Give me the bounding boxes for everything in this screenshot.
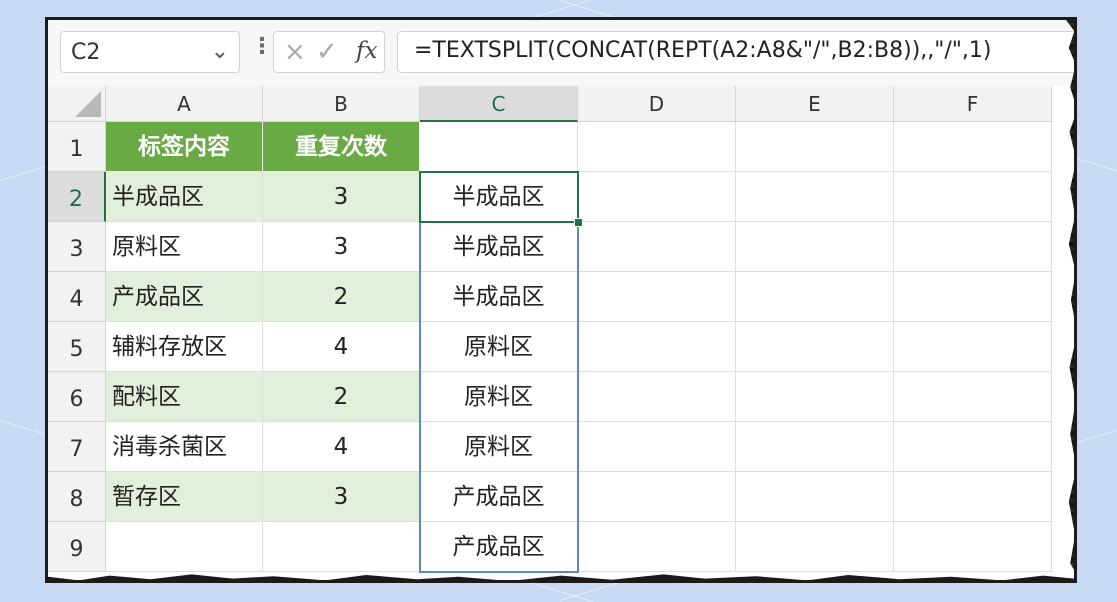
- column-header-b[interactable]: B: [263, 86, 420, 122]
- cell-d9[interactable]: [578, 522, 736, 572]
- cell-f7[interactable]: [894, 422, 1052, 472]
- cell-c7[interactable]: 原料区: [420, 422, 578, 472]
- cell-d5[interactable]: [578, 322, 736, 372]
- cell-c8[interactable]: 产成品区: [420, 472, 578, 522]
- active-cell-border: [419, 171, 579, 223]
- cell-d7[interactable]: [578, 422, 736, 472]
- cell-a1[interactable]: 标签内容: [106, 122, 263, 172]
- formula-input[interactable]: =TEXTSPLIT(CONCAT(REPT(A2:A8&"/",B2:B8))…: [397, 31, 1074, 73]
- cell-e9[interactable]: [736, 522, 894, 572]
- column-header-e[interactable]: E: [736, 86, 894, 122]
- cell-f2[interactable]: [894, 172, 1052, 222]
- formula-buttons: × ✓ fx: [273, 31, 385, 73]
- cell-c1[interactable]: [420, 122, 578, 172]
- cell-e7[interactable]: [736, 422, 894, 472]
- cell-b9[interactable]: [263, 522, 420, 572]
- cell-e2[interactable]: [736, 172, 894, 222]
- column-header-d[interactable]: D: [578, 86, 736, 122]
- cell-d2[interactable]: [578, 172, 736, 222]
- cell-a9[interactable]: [106, 522, 263, 572]
- cell-a8[interactable]: 暂存区: [106, 472, 263, 522]
- cell-b7[interactable]: 4: [263, 422, 420, 472]
- cell-e8[interactable]: [736, 472, 894, 522]
- cell-a3[interactable]: 原料区: [106, 222, 263, 272]
- cancel-icon[interactable]: ×: [284, 37, 306, 67]
- cell-b8[interactable]: 3: [263, 472, 420, 522]
- fill-handle[interactable]: [574, 218, 583, 227]
- row-header-1[interactable]: 1: [48, 122, 106, 172]
- torn-edge: [48, 574, 1074, 580]
- torn-edge: [1066, 20, 1074, 580]
- cell-f5[interactable]: [894, 322, 1052, 372]
- row-header-2[interactable]: 2: [48, 172, 106, 222]
- cell-e5[interactable]: [736, 322, 894, 372]
- formula-bar: C2 ⌄ ⋮ × ✓ fx =TEXTSPLIT(CONCAT(REPT(A2:…: [48, 20, 1074, 86]
- cell-f8[interactable]: [894, 472, 1052, 522]
- cell-c4[interactable]: 半成品区: [420, 272, 578, 322]
- row-header-5[interactable]: 5: [48, 322, 106, 372]
- cell-b2[interactable]: 3: [263, 172, 420, 222]
- cell-a7[interactable]: 消毒杀菌区: [106, 422, 263, 472]
- column-header-a[interactable]: A: [106, 86, 263, 122]
- cell-d1[interactable]: [578, 122, 736, 172]
- column-header-f[interactable]: F: [894, 86, 1052, 122]
- name-box[interactable]: C2 ⌄: [60, 31, 240, 73]
- cell-f6[interactable]: [894, 372, 1052, 422]
- cell-f3[interactable]: [894, 222, 1052, 272]
- enter-icon[interactable]: ✓: [316, 37, 338, 67]
- cell-b3[interactable]: 3: [263, 222, 420, 272]
- cell-c6[interactable]: 原料区: [420, 372, 578, 422]
- cell-f1[interactable]: [894, 122, 1052, 172]
- cell-b5[interactable]: 4: [263, 322, 420, 372]
- cell-d8[interactable]: [578, 472, 736, 522]
- row-header-4[interactable]: 4: [48, 272, 106, 322]
- insert-function-button[interactable]: fx: [356, 38, 377, 64]
- cell-e4[interactable]: [736, 272, 894, 322]
- row-header-3[interactable]: 3: [48, 222, 106, 272]
- cell-f4[interactable]: [894, 272, 1052, 322]
- row-header-9[interactable]: 9: [48, 522, 106, 572]
- cell-a6[interactable]: 配料区: [106, 372, 263, 422]
- chevron-down-icon[interactable]: ⌄: [211, 39, 229, 64]
- name-box-value: C2: [71, 40, 101, 65]
- cell-c9[interactable]: 产成品区: [420, 522, 578, 572]
- cell-e3[interactable]: [736, 222, 894, 272]
- column-header-c[interactable]: C: [420, 86, 578, 122]
- vertical-dots-icon[interactable]: ⋮: [251, 34, 273, 59]
- cell-d6[interactable]: [578, 372, 736, 422]
- row-header-7[interactable]: 7: [48, 422, 106, 472]
- spreadsheet-window: C2 ⌄ ⋮ × ✓ fx =TEXTSPLIT(CONCAT(REPT(A2:…: [48, 20, 1074, 580]
- row-header-8[interactable]: 8: [48, 472, 106, 522]
- cell-d3[interactable]: [578, 222, 736, 272]
- cell-c5[interactable]: 原料区: [420, 322, 578, 372]
- cell-a4[interactable]: 产成品区: [106, 272, 263, 322]
- cell-b1[interactable]: 重复次数: [263, 122, 420, 172]
- cell-e6[interactable]: [736, 372, 894, 422]
- select-all-corner[interactable]: [48, 86, 106, 122]
- cell-f9[interactable]: [894, 522, 1052, 572]
- cell-a2[interactable]: 半成品区: [106, 172, 263, 222]
- cell-c3[interactable]: 半成品区: [420, 222, 578, 272]
- cell-a5[interactable]: 辅料存放区: [106, 322, 263, 372]
- cell-e1[interactable]: [736, 122, 894, 172]
- row-header-6[interactable]: 6: [48, 372, 106, 422]
- cell-b6[interactable]: 2: [263, 372, 420, 422]
- cell-d4[interactable]: [578, 272, 736, 322]
- cell-b4[interactable]: 2: [263, 272, 420, 322]
